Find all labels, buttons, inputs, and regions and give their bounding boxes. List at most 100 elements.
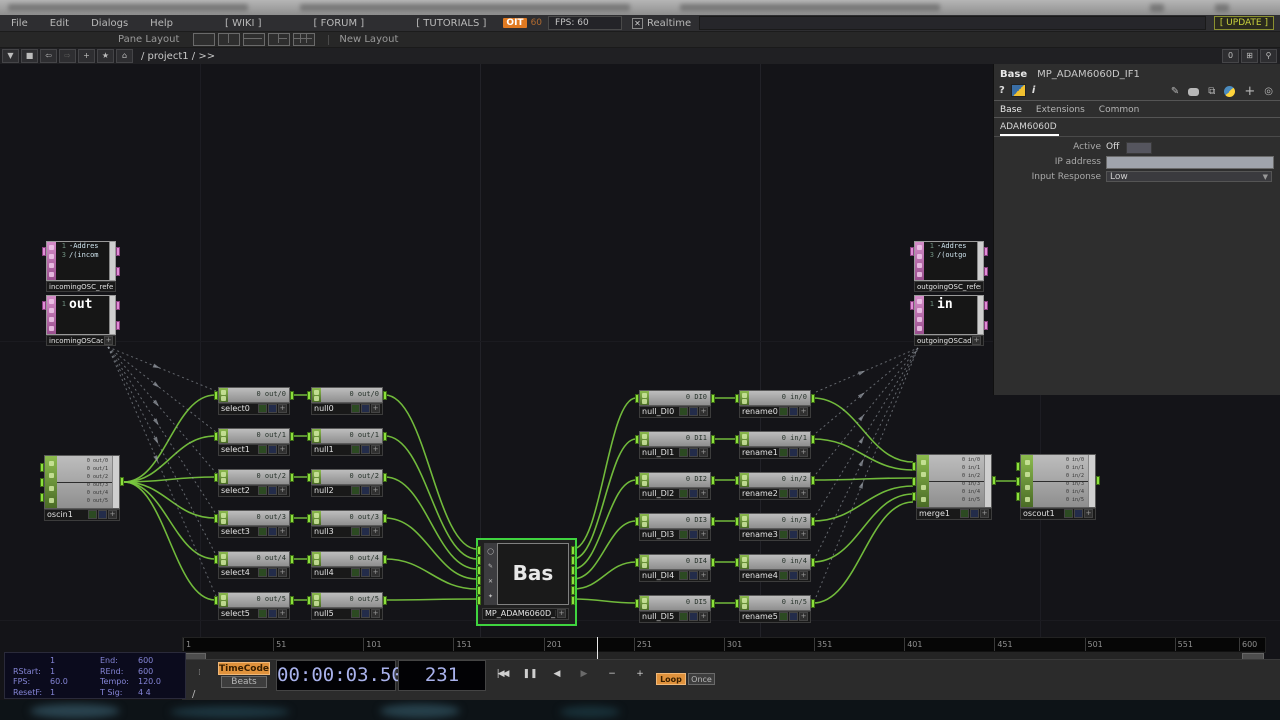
viewer-flag-icon[interactable]	[351, 527, 360, 536]
target-icon[interactable]: ◎	[1264, 86, 1273, 97]
input-connector[interactable]	[735, 599, 739, 608]
viewer-flag-icon[interactable]	[779, 571, 788, 580]
dat-connector[interactable]	[116, 321, 120, 330]
bypass-flag-icon[interactable]	[1074, 509, 1083, 518]
plus-flag-icon[interactable]: +	[104, 336, 113, 345]
plus-flag-icon[interactable]: +	[371, 445, 380, 454]
add-parameter-icon[interactable]: +	[1244, 84, 1255, 99]
output-connector[interactable]	[711, 599, 715, 608]
bypass-flag-icon[interactable]	[361, 404, 370, 413]
input-connector[interactable]	[214, 514, 218, 523]
menu-forum-link[interactable]: [ FORUM ]	[303, 18, 376, 29]
input-connector[interactable]	[912, 462, 916, 471]
plus-flag-icon[interactable]: +	[371, 568, 380, 577]
node-body[interactable]: 0 DI2	[639, 472, 711, 488]
output-connector[interactable]	[383, 391, 387, 400]
menu-help[interactable]: Help	[139, 18, 184, 29]
plus-flag-icon[interactable]: +	[699, 612, 708, 621]
plus-flag-icon[interactable]: +	[371, 527, 380, 536]
dat-connector[interactable]	[984, 321, 988, 330]
plus-flag-icon[interactable]: +	[799, 489, 808, 498]
input-connector[interactable]	[635, 517, 639, 526]
bypass-flag-icon[interactable]	[268, 609, 277, 618]
plus-flag-icon[interactable]: +	[699, 489, 708, 498]
update-button[interactable]: [ UPDATE ]	[1214, 16, 1274, 30]
viewer-flag-icon[interactable]	[679, 571, 688, 580]
plus-flag-icon[interactable]: +	[799, 612, 808, 621]
menu-dialogs[interactable]: Dialogs	[80, 18, 139, 29]
plus-flag-icon[interactable]: +	[699, 407, 708, 416]
plus-flag-icon[interactable]: +	[278, 486, 287, 495]
node-body[interactable]: 0 out/2	[218, 469, 290, 485]
plus-flag-icon[interactable]: +	[278, 404, 287, 413]
plus-flag-icon[interactable]: +	[371, 609, 380, 618]
node-body[interactable]: 0 in/5	[739, 595, 811, 611]
node-flag-icon[interactable]: ✕	[488, 578, 493, 585]
bypass-flag-icon[interactable]	[361, 445, 370, 454]
menu-wiki-link[interactable]: [ WIKI ]	[214, 18, 273, 29]
dat-connector[interactable]	[42, 247, 46, 256]
bypass-flag-icon[interactable]	[789, 571, 798, 580]
plus-flag-icon[interactable]: +	[278, 527, 287, 536]
home-icon[interactable]: ⌂	[116, 49, 133, 63]
input-connector[interactable]	[214, 391, 218, 400]
play-forward-button[interactable]: ▶	[574, 667, 594, 681]
realtime-checkbox[interactable]: ✕	[632, 18, 643, 29]
output-connector[interactable]	[571, 576, 575, 585]
plus-flag-icon[interactable]: +	[799, 407, 808, 416]
output-connector[interactable]	[290, 473, 294, 482]
output-connector[interactable]	[120, 477, 124, 486]
viewer-flag-icon[interactable]	[88, 510, 97, 519]
transport-handle[interactable]: ⁞	[198, 668, 201, 678]
viewer-flag-icon[interactable]	[258, 609, 267, 618]
viewer-flag-icon[interactable]	[779, 489, 788, 498]
menu-edit[interactable]: Edit	[39, 18, 80, 29]
viewer-flag-icon[interactable]	[679, 612, 688, 621]
input-connector[interactable]	[735, 394, 739, 403]
input-connector[interactable]	[635, 476, 639, 485]
input-connector[interactable]	[735, 476, 739, 485]
output-connector[interactable]	[992, 476, 996, 485]
viewer-flag-icon[interactable]	[258, 445, 267, 454]
output-connector[interactable]	[711, 394, 715, 403]
bypass-flag-icon[interactable]	[268, 445, 277, 454]
plus-flag-icon[interactable]: +	[1084, 509, 1093, 518]
node-body[interactable]: 0 out/4	[218, 551, 290, 567]
node-body[interactable]: 0 out/5	[218, 592, 290, 608]
input-connector[interactable]	[40, 463, 44, 472]
output-connector[interactable]	[290, 432, 294, 441]
output-connector[interactable]	[571, 566, 575, 575]
bypass-flag-icon[interactable]	[268, 404, 277, 413]
viewer-flag-icon[interactable]	[679, 489, 688, 498]
node-base[interactable]: ◯✎✕✦BasMP_ADAM6060D_IF1+	[476, 538, 577, 626]
dat-connector[interactable]	[984, 267, 988, 276]
dat-connector[interactable]	[984, 301, 988, 310]
output-connector[interactable]	[383, 432, 387, 441]
input-response-dropdown[interactable]: Low▼	[1106, 171, 1272, 182]
input-connector[interactable]	[40, 478, 44, 487]
bypass-flag-icon[interactable]	[689, 571, 698, 580]
node-body[interactable]: 0 out/3	[218, 510, 290, 526]
node-body[interactable]: 0 DI4	[639, 554, 711, 570]
node-body[interactable]: 0 in/1	[739, 431, 811, 447]
node-body[interactable]: 0 in/2	[739, 472, 811, 488]
pause-button[interactable]: ❚❚	[520, 667, 540, 681]
output-connector[interactable]	[571, 556, 575, 565]
input-connector[interactable]	[307, 391, 311, 400]
input-connector[interactable]	[477, 566, 481, 575]
playhead[interactable]	[597, 637, 598, 659]
output-connector[interactable]	[811, 599, 815, 608]
plus-flag-icon[interactable]: +	[699, 530, 708, 539]
python-icon[interactable]	[1224, 86, 1235, 97]
node-body[interactable]: 0 out/00 out/10 out/20 out/30 out/40 out…	[44, 455, 120, 509]
bypass-flag-icon[interactable]	[970, 509, 979, 518]
plus-flag-icon[interactable]: +	[278, 445, 287, 454]
layout-hsplit-icon[interactable]	[243, 33, 265, 46]
bypass-flag-icon[interactable]	[268, 568, 277, 577]
input-connector[interactable]	[214, 473, 218, 482]
play-reverse-button[interactable]: ◀	[547, 667, 567, 681]
dat-connector[interactable]	[116, 247, 120, 256]
bypass-flag-icon[interactable]	[98, 510, 107, 519]
node-body[interactable]: 1-Addres3/(incom	[46, 241, 116, 281]
plus-flag-icon[interactable]: +	[108, 510, 117, 519]
